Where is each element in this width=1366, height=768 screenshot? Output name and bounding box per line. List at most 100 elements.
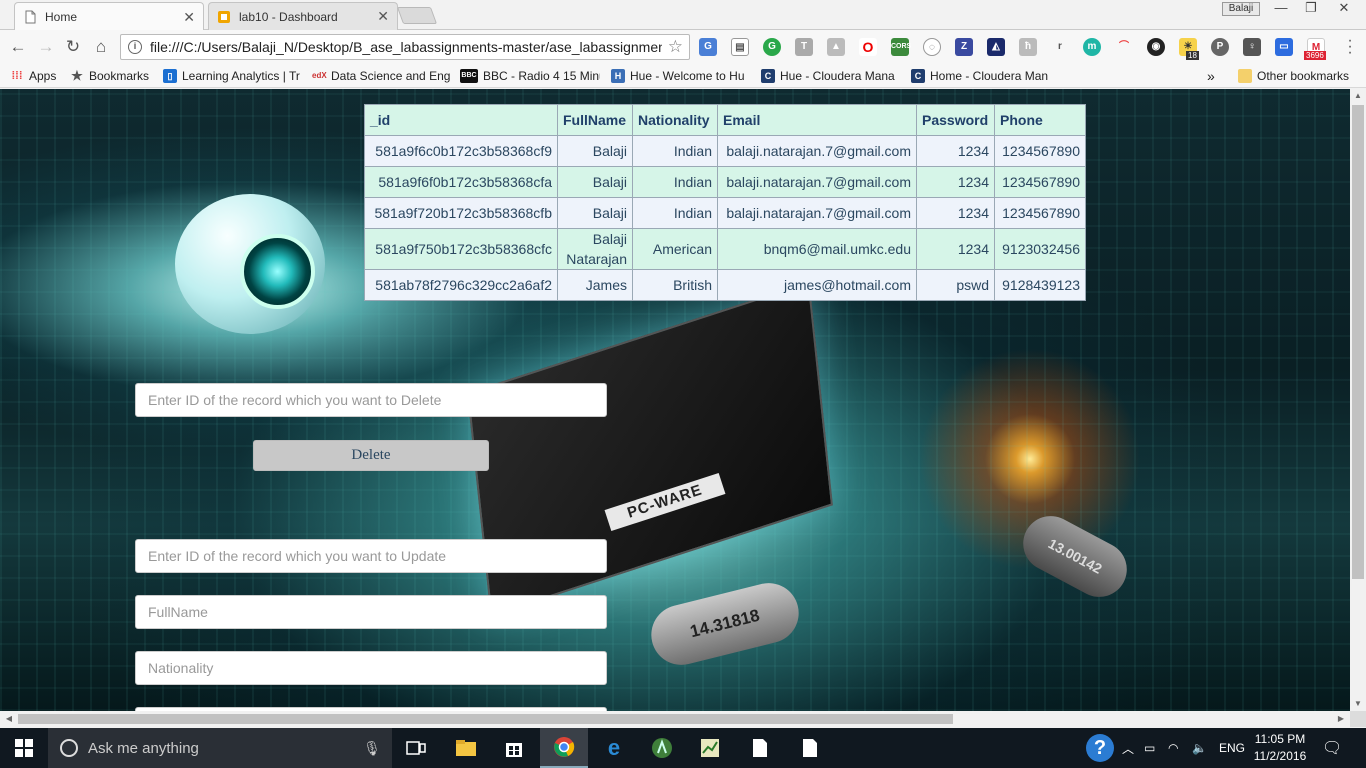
bookmark-bbc-radio[interactable]: BBC BBC - Radio 4 15 Minu <box>460 68 600 84</box>
star-icon[interactable]: ☆ <box>668 37 683 57</box>
bookmark-label: Apps <box>29 69 57 83</box>
bookmark-hue-cloudera[interactable]: C Hue - Cloudera Mana <box>761 68 901 84</box>
menu-icon[interactable]: · · · <box>1344 33 1356 61</box>
info-icon[interactable]: i <box>128 40 142 54</box>
chrome-icon[interactable] <box>540 728 588 768</box>
bookmarks-overflow-button[interactable]: » <box>1207 68 1221 84</box>
minimize-icon[interactable]: — <box>1266 0 1296 18</box>
windows-start-icon[interactable] <box>0 728 48 768</box>
cell-fullname: Balaji <box>557 197 633 229</box>
edge-icon[interactable]: e <box>590 728 638 768</box>
store-icon[interactable] <box>490 728 538 768</box>
forward-icon[interactable]: → <box>36 37 56 57</box>
zotero-icon[interactable]: Z <box>955 38 973 56</box>
other-bookmarks[interactable]: Other bookmarks <box>1238 68 1358 84</box>
grammarly-icon[interactable]: G <box>763 38 781 56</box>
microphone-icon[interactable]: 🎙 <box>362 740 382 757</box>
tab-label: lab10 - Dashboard <box>239 9 338 24</box>
horizontal-scroll-thumb[interactable] <box>18 714 953 724</box>
opera-icon[interactable]: O <box>859 38 877 56</box>
delete-id-input[interactable] <box>135 383 607 417</box>
ghost-icon[interactable]: ◌ <box>923 38 941 56</box>
new-tab-button[interactable] <box>396 7 438 24</box>
bookmark-label: BBC - Radio 4 15 Minu <box>483 69 600 83</box>
home-icon[interactable]: ⌂ <box>91 37 111 57</box>
update-id-input[interactable] <box>135 539 607 573</box>
cell-email: james@hotmail.com <box>717 269 917 301</box>
tab-home[interactable]: Home ✕ <box>14 2 204 31</box>
wifi-icon[interactable]: ◠ <box>1168 728 1178 768</box>
scroll-left-icon[interactable]: ◀ <box>2 711 16 727</box>
android-studio-icon[interactable] <box>638 728 686 768</box>
window-close-icon[interactable]: ✕ <box>1326 0 1362 18</box>
rainbow-icon[interactable]: ⌒ <box>1115 38 1133 56</box>
back-icon[interactable]: ← <box>8 37 28 57</box>
column-header-email: Email <box>717 104 917 136</box>
bookmarks-bar: ⁞⁞⁞ Apps ★ Bookmarks ▯ Learning Analytic… <box>0 64 1366 88</box>
night-icon[interactable]: ◭ <box>987 38 1005 56</box>
bookmark-home-cloudera[interactable]: C Home - Cloudera Man <box>911 68 1051 84</box>
screen-icon[interactable]: ▭ <box>1275 38 1293 56</box>
scrollbar-corner <box>1350 711 1366 727</box>
scroll-right-icon[interactable]: ▶ <box>1334 711 1348 727</box>
mail-badge: 3696 <box>1304 51 1326 60</box>
text-icon[interactable]: T <box>795 38 813 56</box>
m-icon[interactable]: m <box>1083 38 1101 56</box>
drive-icon[interactable]: ▲ <box>827 38 845 56</box>
cors-icon[interactable]: CORS <box>891 38 911 56</box>
url-text[interactable]: file:///C:/Users/Balaji_N/Desktop/B_ase_… <box>150 39 662 55</box>
location-icon[interactable]: ♀ <box>1243 38 1261 56</box>
chart-app-icon[interactable] <box>686 728 734 768</box>
hue-icon: H <box>611 69 625 83</box>
bookmark-bookmarks[interactable]: ★ Bookmarks <box>70 68 158 84</box>
file-explorer-icon[interactable] <box>442 728 490 768</box>
column-header-nationality: Nationality <box>632 104 718 136</box>
cell-password: 1234 <box>916 166 995 198</box>
vertical-scrollbar[interactable]: ▲ ▼ <box>1350 89 1366 711</box>
column-header-password: Password <box>916 104 995 136</box>
close-icon[interactable]: ✕ <box>183 9 195 26</box>
task-view-icon[interactable] <box>392 728 440 768</box>
show-hidden-icons[interactable]: ︿ <box>1122 728 1134 768</box>
bookmark-apps[interactable]: ⁞⁞⁞ Apps <box>10 68 65 84</box>
nationality-input[interactable] <box>135 651 607 685</box>
bookmark-data-science[interactable]: edX Data Science and Eng <box>312 68 450 84</box>
bookmark-label: Data Science and Eng <box>331 69 450 83</box>
horizontal-scrollbar[interactable]: ◀ ▶ <box>0 711 1350 727</box>
apps-grid-icon: ⁞⁞⁞ <box>11 70 23 82</box>
pocket-icon[interactable]: P <box>1211 38 1229 56</box>
hub-icon[interactable]: ħ <box>1019 38 1037 56</box>
bookmark-hue-welcome[interactable]: H Hue - Welcome to Hu <box>611 68 751 84</box>
cell-fullname: Balaji Natarajan <box>557 228 633 270</box>
address-bar[interactable]: i file:///C:/Users/Balaji_N/Desktop/B_as… <box>120 34 690 60</box>
file-icon-2[interactable] <box>786 728 834 768</box>
vertical-scroll-thumb[interactable] <box>1352 105 1364 579</box>
volume-icon[interactable]: 🔈 <box>1192 728 1207 768</box>
cell-fullname: James <box>557 269 633 301</box>
scroll-up-icon[interactable]: ▲ <box>1350 89 1366 103</box>
cell-password: 1234 <box>916 228 995 270</box>
help-icon[interactable]: ? <box>1086 728 1114 768</box>
document-icon[interactable]: ▤ <box>731 38 749 56</box>
r-icon[interactable]: r <box>1051 38 1069 56</box>
cell-nationality: British <box>632 269 718 301</box>
bookmark-learning-analytics[interactable]: ▯ Learning Analytics | Tr <box>163 68 303 84</box>
cell-email: bnqm6@mail.umkc.edu <box>717 228 917 270</box>
translate-icon[interactable]: G <box>699 38 717 56</box>
cortana-search-box[interactable]: Ask me anything 🎙 <box>48 728 392 768</box>
notifications-icon[interactable]: 🗨 <box>1322 728 1342 768</box>
fullname-input[interactable] <box>135 595 607 629</box>
language-indicator[interactable]: ENG <box>1219 728 1245 768</box>
tab-lab10-dashboard[interactable]: lab10 - Dashboard ✕ <box>208 2 398 30</box>
reload-icon[interactable]: ↻ <box>63 37 83 57</box>
file-icon[interactable] <box>736 728 784 768</box>
system-clock[interactable]: 11:05 PM 11/2/2016 <box>1250 731 1310 765</box>
color-wheel-icon[interactable]: ◉ <box>1147 38 1165 56</box>
restore-icon[interactable]: ❐ <box>1296 0 1326 18</box>
delete-button[interactable]: Delete <box>253 440 489 471</box>
crystal-oscillator: 14.31818 <box>644 576 806 672</box>
close-icon[interactable]: ✕ <box>377 8 389 25</box>
scroll-down-icon[interactable]: ▼ <box>1350 697 1366 711</box>
battery-icon[interactable]: ▭ <box>1144 728 1155 768</box>
profile-button[interactable]: Balaji <box>1222 2 1260 16</box>
